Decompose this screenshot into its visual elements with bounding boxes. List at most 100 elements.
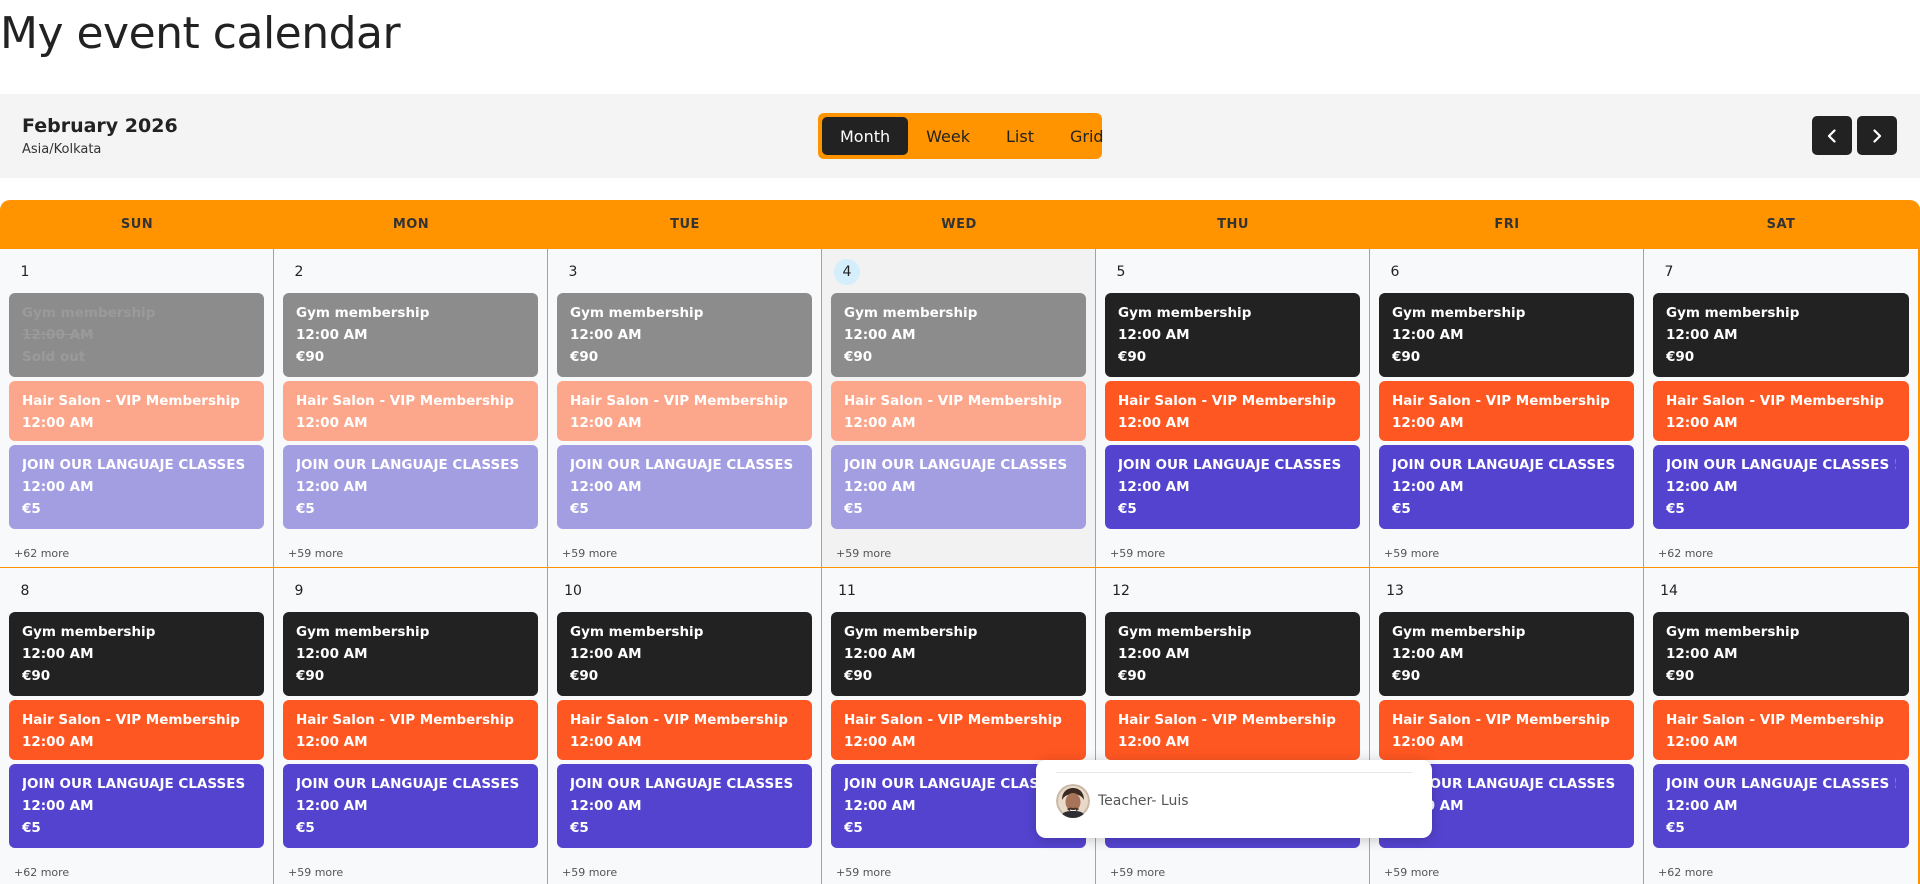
gym-membership-event[interactable]: Gym membership 12:00 AM €90 <box>1105 293 1360 377</box>
more-events-link[interactable]: +62 more <box>14 547 69 560</box>
event-title: JOIN OUR LANGUAJE CLASSES ! <box>844 457 1073 473</box>
event-time: 12:00 AM <box>22 415 94 431</box>
more-events-link[interactable]: +59 more <box>836 866 891 879</box>
weekday-header-row: SUN MON TUE WED THU FRI SAT <box>0 200 1920 248</box>
hair-salon-event[interactable]: Hair Salon - VIP Membership 12:00 AM <box>1653 381 1909 441</box>
hair-salon-event[interactable]: Hair Salon - VIP Membership 12:00 AM <box>283 381 538 441</box>
tooltip-divider <box>1056 772 1412 773</box>
event-title: JOIN OUR LANGUAJE CLASSES ! <box>22 457 251 473</box>
day-number[interactable]: 8 <box>12 578 38 604</box>
hair-salon-event[interactable]: Hair Salon - VIP Membership 12:00 AM <box>557 700 812 760</box>
day-number[interactable]: 5 <box>1108 259 1134 285</box>
day-number[interactable]: 1 <box>12 259 38 285</box>
language-classes-event[interactable]: JOIN OUR LANGUAJE CLASSES ! 12:00 AM €5 <box>9 445 264 529</box>
hair-salon-event[interactable]: Hair Salon - VIP Membership 12:00 AM <box>1105 700 1360 760</box>
more-events-link[interactable]: +59 more <box>288 866 343 879</box>
language-classes-event[interactable]: JOIN OUR LANGUAJE CLASSES ! 12:00 AM €5 <box>1379 445 1634 529</box>
event-time: 12:00 AM <box>570 479 642 495</box>
more-events-link[interactable]: +62 more <box>1658 866 1713 879</box>
gym-membership-event[interactable]: Gym membership 12:00 AM €90 <box>831 612 1086 696</box>
event-time: 12:00 AM <box>844 479 916 495</box>
day-number[interactable]: 6 <box>1382 259 1408 285</box>
event-time: 12:00 AM <box>570 327 642 343</box>
gym-membership-event[interactable]: Gym membership 12:00 AM €90 <box>1653 612 1909 696</box>
day-number[interactable]: 11 <box>834 578 860 604</box>
language-classes-event[interactable]: JOIN OUR LANGUAJE CLASSES ! 12:00 AM €5 <box>557 764 812 848</box>
language-classes-event[interactable]: JOIN OUR LANGUAJE CLASSES ! 12:00 AM €5 <box>557 445 812 529</box>
more-events-link[interactable]: +59 more <box>1384 547 1439 560</box>
more-events-link[interactable]: +62 more <box>1658 547 1713 560</box>
next-month-button[interactable] <box>1857 116 1897 155</box>
hair-salon-event[interactable]: Hair Salon - VIP Membership 12:00 AM <box>9 381 264 441</box>
gym-membership-event[interactable]: Gym membership 12:00 AM €90 <box>557 612 812 696</box>
event-title: JOIN OUR LANGUAJE CLASSES ! <box>22 776 251 792</box>
hair-salon-event[interactable]: Hair Salon - VIP Membership 12:00 AM <box>1105 381 1360 441</box>
gym-membership-event[interactable]: Gym membership 12:00 AM €90 <box>1379 612 1634 696</box>
language-classes-event[interactable]: JOIN OUR LANGUAJE CLASSES ! 12:00 AM €5 <box>283 764 538 848</box>
prev-month-button[interactable] <box>1812 116 1852 155</box>
event-time: 12:00 AM <box>570 734 642 750</box>
language-classes-event[interactable]: JOIN OUR LANGUAJE CLASSES ! 12:00 AM €5 <box>283 445 538 529</box>
hair-salon-event[interactable]: Hair Salon - VIP Membership 12:00 AM <box>831 381 1086 441</box>
view-week-button[interactable]: Week <box>908 117 988 155</box>
event-time: 12:00 AM <box>1666 327 1738 343</box>
more-events-link[interactable]: +59 more <box>562 866 617 879</box>
event-price: €90 <box>1392 349 1421 365</box>
event-price: €90 <box>296 668 325 684</box>
day-cell-3: 3 Gym membership 12:00 AM €90 Hair Salon - V… <box>548 249 821 567</box>
more-events-link[interactable]: +59 more <box>562 547 617 560</box>
gym-membership-event[interactable]: Gym membership 12:00 AM €90 <box>1653 293 1909 377</box>
day-number[interactable]: 7 <box>1656 259 1682 285</box>
gym-membership-event[interactable]: Gym membership 12:00 AM €90 <box>9 612 264 696</box>
more-events-link[interactable]: +59 more <box>836 547 891 560</box>
chevron-left-icon <box>1827 128 1836 143</box>
gym-membership-event[interactable]: Gym membership 12:00 AM Sold out <box>9 293 264 377</box>
language-classes-event[interactable]: JOIN OUR LANGUAJE CLASSES ! 12:00 AM €5 <box>1653 764 1909 848</box>
day-number[interactable]: 10 <box>560 578 586 604</box>
day-number[interactable]: 2 <box>286 259 312 285</box>
event-time: 12:00 AM <box>296 479 368 495</box>
view-list-button[interactable]: List <box>988 117 1052 155</box>
hair-salon-event[interactable]: Hair Salon - VIP Membership 12:00 AM <box>1379 381 1634 441</box>
hair-salon-event[interactable]: Hair Salon - VIP Membership 12:00 AM <box>9 700 264 760</box>
language-classes-event[interactable]: JOIN OUR LANGUAJE CLASSES ! 12:00 AM €5 <box>1653 445 1909 529</box>
hair-salon-event[interactable]: Hair Salon - VIP Membership 12:00 AM <box>1379 700 1634 760</box>
language-classes-event[interactable]: JOIN OUR LANGUAJE CLASSES ! 12:00 AM €5 <box>831 445 1086 529</box>
hair-salon-event[interactable]: Hair Salon - VIP Membership 12:00 AM <box>283 700 538 760</box>
event-time: 12:00 AM <box>844 415 916 431</box>
hair-salon-event[interactable]: Hair Salon - VIP Membership 12:00 AM <box>831 700 1086 760</box>
gym-membership-event[interactable]: Gym membership 12:00 AM €90 <box>283 612 538 696</box>
view-month-button[interactable]: Month <box>822 117 909 155</box>
more-events-link[interactable]: +62 more <box>14 866 69 879</box>
more-events-link[interactable]: +59 more <box>1384 866 1439 879</box>
event-time: 12:00 AM <box>296 734 368 750</box>
event-price: €5 <box>570 501 589 517</box>
gym-membership-event[interactable]: Gym membership 12:00 AM €90 <box>831 293 1086 377</box>
event-price: €90 <box>844 349 873 365</box>
gym-membership-event[interactable]: Gym membership 12:00 AM €90 <box>1379 293 1634 377</box>
today-date-number[interactable]: 4 <box>834 259 860 285</box>
gym-membership-event[interactable]: Gym membership 12:00 AM €90 <box>557 293 812 377</box>
more-events-link[interactable]: +59 more <box>1110 866 1165 879</box>
event-title: Hair Salon - VIP Membership <box>844 393 1062 409</box>
teacher-avatar <box>1056 784 1090 818</box>
hair-salon-event[interactable]: Hair Salon - VIP Membership 12:00 AM <box>557 381 812 441</box>
weekday-header-sun: SUN <box>120 216 154 232</box>
day-number[interactable]: 9 <box>286 578 312 604</box>
more-events-link[interactable]: +59 more <box>1110 547 1165 560</box>
view-grid-button[interactable]: Grid <box>1052 117 1122 155</box>
gym-membership-event[interactable]: Gym membership 12:00 AM €90 <box>283 293 538 377</box>
language-classes-event[interactable]: JOIN OUR LANGUAJE CLASSES ! 12:00 AM €5 <box>1105 445 1360 529</box>
day-number[interactable]: 14 <box>1656 578 1682 604</box>
day-number[interactable]: 12 <box>1108 578 1134 604</box>
day-cell-9: 9 Gym membership 12:00 AM €90 Hair Salon - V… <box>274 568 547 884</box>
more-events-link[interactable]: +59 more <box>288 547 343 560</box>
hair-salon-event[interactable]: Hair Salon - VIP Membership 12:00 AM <box>1653 700 1909 760</box>
event-price: €5 <box>22 820 41 836</box>
language-classes-event[interactable]: JOIN OUR LANGUAJE CLASSES ! 12:00 AM €5 <box>9 764 264 848</box>
day-number[interactable]: 3 <box>560 259 586 285</box>
event-time: 12:00 AM <box>296 415 368 431</box>
day-cell-8: 8 Gym membership 12:00 AM €90 Hair Salon - V… <box>0 568 273 884</box>
gym-membership-event[interactable]: Gym membership 12:00 AM €90 <box>1105 612 1360 696</box>
day-number[interactable]: 13 <box>1382 578 1408 604</box>
